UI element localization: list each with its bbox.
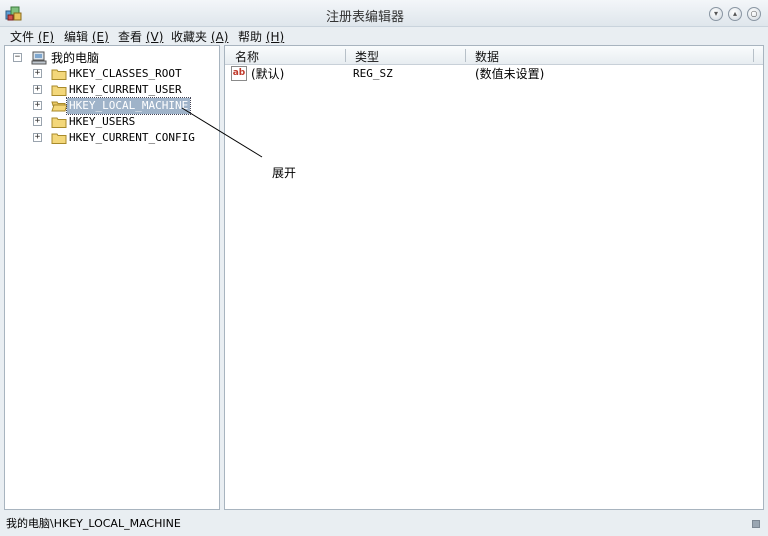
folder-icon: [51, 69, 67, 80]
menu-favorites-accel: (A): [210, 30, 229, 44]
computer-icon: [31, 51, 47, 65]
column-divider[interactable]: [465, 49, 466, 62]
menu-favorites-label: 收藏夹: [171, 30, 208, 44]
resize-grip[interactable]: [752, 520, 760, 528]
table-row[interactable]: ab (默认) REG_SZ (数值未设置): [229, 66, 759, 82]
close-icon: ○: [750, 9, 758, 18]
expand-toggle[interactable]: +: [33, 101, 42, 110]
column-header-type[interactable]: 类型: [355, 48, 379, 65]
value-data: (数值未设置): [475, 67, 545, 81]
expand-toggle[interactable]: +: [33, 69, 42, 78]
close-button[interactable]: ○: [747, 7, 761, 21]
folder-icon: [51, 117, 67, 128]
chevron-up-icon: ▴: [732, 9, 737, 18]
tree-item-label: HKEY_USERS: [69, 115, 136, 128]
expand-toggle[interactable]: +: [33, 133, 42, 142]
column-divider[interactable]: [345, 49, 346, 62]
list-header: 名称 类型 数据: [225, 46, 763, 65]
menu-edit-label: 编辑: [64, 30, 89, 44]
tree-item-label-selected: HKEY_LOCAL_MACHINE: [65, 97, 192, 115]
registry-tree[interactable]: − 我的电脑 + HKEY_CLASSES_ROOT + HKEY_CURREN…: [4, 45, 220, 510]
string-value-icon: ab: [231, 66, 247, 81]
minimize-button[interactable]: ▾: [709, 7, 723, 21]
title-bar: 注册表编辑器 ▾ ▴ ○: [0, 0, 768, 27]
menu-help[interactable]: 帮助 (H): [238, 28, 284, 45]
value-type: REG_SZ: [353, 67, 393, 80]
menu-bar: 文件 (F) 编辑 (E) 查看 (V) 收藏夹 (A) 帮助 (H): [0, 27, 768, 45]
tree-item-label: HKEY_CURRENT_CONFIG: [69, 131, 195, 144]
status-bar: 我的电脑\HKEY_LOCAL_MACHINE: [0, 512, 768, 536]
tree-item-label: 我的电脑: [51, 51, 100, 65]
tree-item-label: HKEY_CLASSES_ROOT: [69, 67, 182, 80]
menu-file-accel: (F): [37, 30, 55, 44]
status-path: 我的电脑\HKEY_LOCAL_MACHINE: [6, 517, 181, 530]
expand-toggle[interactable]: +: [33, 85, 42, 94]
folder-icon: [51, 85, 67, 96]
menu-help-label: 帮助: [238, 30, 263, 44]
collapse-toggle[interactable]: −: [13, 53, 22, 62]
chevron-down-icon: ▾: [713, 9, 718, 18]
menu-edit[interactable]: 编辑 (E): [64, 28, 109, 45]
annotation-label: 展开: [272, 166, 297, 180]
menu-view-accel: (V): [145, 30, 164, 44]
menu-favorites[interactable]: 收藏夹 (A): [171, 28, 228, 45]
menu-view-label: 查看: [118, 30, 143, 44]
open-folder-icon: [51, 101, 67, 112]
value-name: (默认): [251, 67, 285, 81]
menu-edit-accel: (E): [91, 30, 109, 44]
column-header-data[interactable]: 数据: [475, 48, 499, 65]
expand-toggle[interactable]: +: [33, 117, 42, 126]
window-title: 注册表编辑器: [325, 10, 404, 25]
menu-help-accel: (H): [265, 30, 285, 44]
menu-file-label: 文件: [10, 30, 35, 44]
column-header-name[interactable]: 名称: [235, 48, 259, 65]
menu-view[interactable]: 查看 (V): [118, 28, 163, 45]
folder-icon: [51, 133, 67, 144]
maximize-button[interactable]: ▴: [728, 7, 742, 21]
tree-item-label: HKEY_CURRENT_USER: [69, 83, 182, 96]
values-list[interactable]: 名称 类型 数据 ab (默认) REG_SZ (数值未设置): [224, 45, 764, 510]
column-divider[interactable]: [753, 49, 754, 62]
menu-file[interactable]: 文件 (F): [10, 28, 54, 45]
